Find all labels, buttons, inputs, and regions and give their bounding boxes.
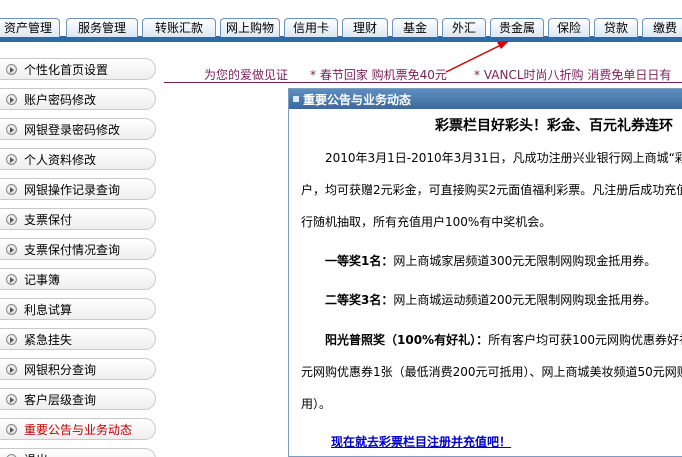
sidebar-item-logout[interactable]: 退出 (0, 448, 156, 457)
prize-first: 一等奖1名：网上商城家居频道300元无限制网购现金抵用券。 (325, 252, 656, 269)
sidebar-item-label: 利息试算 (24, 303, 73, 317)
sidebar-item-label: 重要公告与业务动态 (24, 423, 133, 437)
sidebar-item-login-password[interactable]: 网银登录密码修改 (0, 118, 156, 140)
square-bullet-icon (293, 96, 299, 102)
bullet-arrow-icon (6, 304, 17, 315)
prize-sunshine-label: 阳光普照奖（100%有好礼）： (325, 333, 489, 347)
bullet-arrow-icon (6, 394, 17, 405)
announcement-panel: 重要公告与业务动态 彩票栏目好彩头！彩金、百元礼券连环 2010年3月1日-20… (288, 88, 682, 457)
sidebar-item-label: 个人资料修改 (24, 153, 97, 167)
sidebar-item-label: 个性化首页设置 (24, 63, 109, 77)
sidebar-item-label: 支票保付 (24, 213, 73, 227)
bullet-arrow-icon (6, 364, 17, 375)
bullet-arrow-icon (6, 64, 17, 75)
sidebar-item-label: 网银操作记录查询 (24, 183, 121, 197)
sidebar-item-label: 记事簿 (24, 273, 61, 287)
sidebar-item-emergency-loss[interactable]: 紧急挂失 (0, 328, 156, 350)
bullet-arrow-icon (6, 184, 17, 195)
sidebar-item-announcements[interactable]: 重要公告与业务动态 (0, 418, 156, 440)
sidebar-item-interest-calculator[interactable]: 利息试算 (0, 298, 156, 320)
bullet-arrow-icon (6, 424, 17, 435)
prize-sunshine-text: 所有客户均可获100元网购优惠券好礼 (488, 333, 682, 347)
prize-second-text: 网上商城运动频道200元无限制网购现金抵用券。 (393, 293, 657, 307)
sidebar-item-account-password[interactable]: 账户密码修改 (0, 88, 156, 110)
sidebar-item-homepage-settings[interactable]: 个性化首页设置 (0, 58, 156, 80)
bullet-arrow-icon (6, 124, 17, 135)
marquee-underline (164, 82, 682, 83)
sidebar-item-label: 紧急挂失 (24, 333, 73, 347)
prize-second: 二等奖3名：网上商城运动频道200元无限制网购现金抵用券。 (325, 291, 656, 308)
bullet-arrow-icon (6, 214, 17, 225)
prize-first-label: 一等奖1名： (325, 254, 394, 268)
paragraph-line: 户，均可获赠2元彩金，可直接购买2元面值福利彩票。凡注册后成功充值 (301, 183, 682, 197)
promo-link-flight[interactable]: * 春节回家 购机票免40元 (310, 66, 447, 83)
sidebar-item-label: 网银积分查询 (24, 363, 97, 377)
sidebar-item-label: 账户密码修改 (24, 93, 97, 107)
sidebar-item-label: 退出 (24, 452, 48, 457)
bullet-arrow-icon (6, 274, 17, 285)
paragraph-line: 用）。 (301, 397, 332, 411)
register-lottery-link[interactable]: 现在就去彩票栏目注册并充值吧！ (331, 433, 511, 450)
prize-sunshine: 阳光普照奖（100%有好礼）：所有客户均可获100元网购优惠券好礼 (325, 331, 682, 348)
bullet-arrow-icon (6, 244, 17, 255)
bullet-arrow-icon (6, 154, 17, 165)
panel-header: 重要公告与业务动态 (289, 89, 682, 109)
sidebar-item-check-guarantee[interactable]: 支票保付 (0, 208, 156, 230)
promo-link-witness[interactable]: 为您的爱做见证 (204, 66, 288, 83)
panel-title: 重要公告与业务动态 (303, 93, 412, 107)
prize-first-text: 网上商城家居频道300元无限制网购现金抵用券。 (393, 254, 657, 268)
prize-second-label: 二等奖3名： (325, 293, 394, 307)
sidebar-item-customer-level[interactable]: 客户层级查询 (0, 388, 156, 410)
paragraph-line: 元网购优惠券1张（最低消费200元可抵用）、网上商城美妆频道50元网购 (301, 365, 682, 379)
sidebar-item-label: 客户层级查询 (24, 393, 97, 407)
sidebar-item-operation-log[interactable]: 网银操作记录查询 (0, 178, 156, 200)
promo-link-vancl[interactable]: * VANCL时尚八折购 消费免单日日有 (474, 66, 671, 83)
sidebar-item-notebook[interactable]: 记事簿 (0, 268, 156, 290)
sidebar-item-label: 支票保付情况查询 (24, 243, 121, 257)
announcement-headline: 彩票栏目好彩头！彩金、百元礼券连环 (435, 118, 673, 134)
paragraph-line: 2010年3月1日-2010年3月31日，凡成功注册兴业银行网上商城“彩票 (325, 151, 682, 165)
sidebar-item-points-query[interactable]: 网银积分查询 (0, 358, 156, 380)
bullet-arrow-icon (6, 334, 17, 345)
promo-marquee: 为您的爱做见证 * 春节回家 购机票免40元 * VANCL时尚八折购 消费免单… (164, 62, 682, 84)
sidebar-item-personal-info[interactable]: 个人资料修改 (0, 148, 156, 170)
paragraph-line: 行随机抽取，所有充值用户100%有中奖机会。 (301, 215, 552, 229)
sidebar-item-label: 网银登录密码修改 (24, 123, 121, 137)
bullet-arrow-icon (6, 94, 17, 105)
sidebar-item-check-guarantee-query[interactable]: 支票保付情况查询 (0, 238, 156, 260)
